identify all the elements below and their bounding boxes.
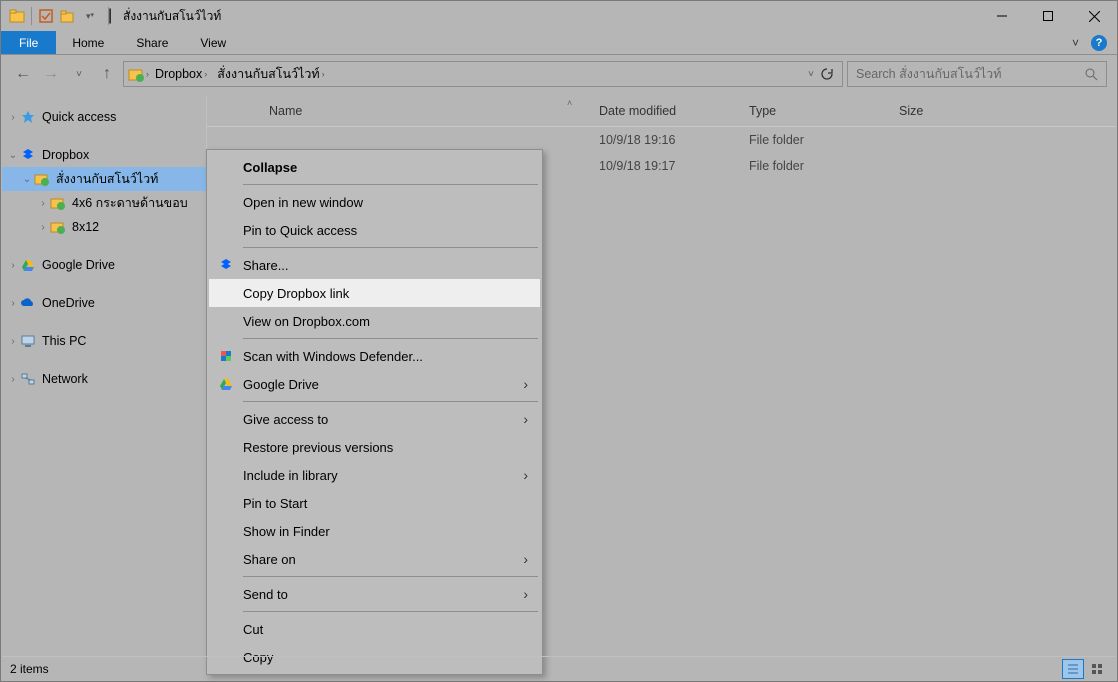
sidebar-item-sub2[interactable]: › 8x12 xyxy=(2,215,206,239)
folder-sync-icon xyxy=(50,219,66,235)
ctx-copy-dropbox-link[interactable]: Copy Dropbox link xyxy=(209,279,540,307)
separator: | xyxy=(108,7,109,25)
status-bar: 2 items xyxy=(2,656,1116,680)
ctx-include-library[interactable]: Include in library › xyxy=(209,461,540,489)
separator xyxy=(243,184,538,185)
forward-button[interactable]: → xyxy=(39,62,63,86)
view-tab[interactable]: View xyxy=(184,31,242,54)
ctx-view-dropbox[interactable]: View on Dropbox.com xyxy=(209,307,540,335)
qat-dropdown-icon[interactable]: ▾▾ xyxy=(82,8,98,24)
ctx-give-access[interactable]: Give access to › xyxy=(209,405,540,433)
column-name[interactable]: Name xyxy=(269,104,599,118)
back-button[interactable]: ← xyxy=(11,62,35,86)
dropbox-icon xyxy=(217,258,235,272)
context-menu: Collapse Open in new window Pin to Quick… xyxy=(206,149,543,675)
ctx-collapse[interactable]: Collapse xyxy=(209,153,540,181)
chevron-right-icon: › xyxy=(523,376,528,392)
ctx-scan-defender[interactable]: Scan with Windows Defender... xyxy=(209,342,540,370)
sidebar-item-google-drive[interactable]: › Google Drive xyxy=(2,253,206,277)
separator xyxy=(243,247,538,248)
address-dropdown-icon[interactable]: ˅ xyxy=(808,69,814,80)
ctx-show-finder[interactable]: Show in Finder xyxy=(209,517,540,545)
refresh-icon[interactable] xyxy=(820,67,834,81)
sidebar-item-quick-access[interactable]: › Quick access xyxy=(2,105,206,129)
help-icon[interactable]: ? xyxy=(1091,35,1107,51)
sidebar-item-onedrive[interactable]: › OneDrive xyxy=(2,291,206,315)
ctx-pin-quick-access[interactable]: Pin to Quick access xyxy=(209,216,540,244)
status-text: 2 items xyxy=(10,662,49,676)
search-icon xyxy=(1084,67,1098,81)
home-tab[interactable]: Home xyxy=(56,31,120,54)
properties-icon[interactable] xyxy=(38,8,54,24)
explorer-window: ▾▾ | สั่งงานกับสโนว์ไวท์ File Home Share… xyxy=(0,0,1118,682)
pc-icon xyxy=(20,333,36,349)
star-icon xyxy=(20,109,36,125)
ctx-pin-start[interactable]: Pin to Start xyxy=(209,489,540,517)
folder-badge-icon xyxy=(128,66,144,82)
sidebar-item-network[interactable]: › Network xyxy=(2,367,206,391)
shield-icon xyxy=(217,349,235,363)
ctx-share-on[interactable]: Share on › xyxy=(209,545,540,573)
google-drive-icon xyxy=(217,377,235,391)
ctx-open-new-window[interactable]: Open in new window xyxy=(209,188,540,216)
sidebar-item-working-folder[interactable]: ⌄ สั่งงานกับสโนว์ไวท์ xyxy=(2,167,206,191)
close-button[interactable] xyxy=(1071,1,1117,31)
window-title: สั่งงานกับสโนว์ไวท์ xyxy=(123,7,221,26)
maximize-button[interactable] xyxy=(1025,1,1071,31)
file-date: 10/9/18 19:17 xyxy=(599,159,749,173)
new-folder-icon[interactable] xyxy=(60,8,76,24)
ctx-share[interactable]: Share... xyxy=(209,251,540,279)
google-drive-icon xyxy=(20,257,36,273)
sort-indicator-icon: ˄ xyxy=(567,98,572,108)
column-headers: ˄ Name Date modified Type Size xyxy=(207,95,1116,127)
sidebar-item-dropbox[interactable]: ⌄ Dropbox xyxy=(2,143,206,167)
file-type: File folder xyxy=(749,133,899,147)
column-size[interactable]: Size xyxy=(899,104,999,118)
separator xyxy=(243,401,538,402)
file-date: 10/9/18 19:16 xyxy=(599,133,749,147)
sidebar-item-this-pc[interactable]: › This PC xyxy=(2,329,206,353)
separator xyxy=(243,611,538,612)
ribbon-tabs: File Home Share View ˅ ? xyxy=(1,31,1117,55)
details-view-button[interactable] xyxy=(1062,659,1084,679)
ctx-cut[interactable]: Cut xyxy=(209,615,540,643)
navigation-bar: ← → ˅ ↑ › Dropbox › สั่งงานกับสโนว์ไวท์ … xyxy=(1,55,1117,93)
dropbox-icon xyxy=(20,147,36,163)
folder-sync-icon xyxy=(34,171,50,187)
column-type[interactable]: Type xyxy=(749,104,899,118)
chevron-right-icon: › xyxy=(523,551,528,567)
chevron-right-icon: › xyxy=(523,586,528,602)
search-input[interactable]: Search สั่งงานกับสโนว์ไวท์ xyxy=(847,61,1107,87)
folder-sync-icon xyxy=(50,195,66,211)
chevron-right-icon[interactable]: › xyxy=(146,69,149,79)
column-date[interactable]: Date modified xyxy=(599,104,749,118)
file-tab[interactable]: File xyxy=(1,31,56,54)
separator xyxy=(31,7,32,25)
chevron-right-icon: › xyxy=(523,467,528,483)
content-area: › Quick access ⌄ Dropbox ⌄ สั่งงานกับสโน… xyxy=(2,95,1116,655)
separator xyxy=(243,576,538,577)
up-button[interactable]: ↑ xyxy=(95,62,119,86)
folder-icon xyxy=(9,8,25,24)
breadcrumb-dropbox[interactable]: Dropbox › xyxy=(151,67,211,81)
breadcrumb-current[interactable]: สั่งงานกับสโนว์ไวท์ › xyxy=(213,64,328,84)
chevron-down-icon[interactable]: ˅ xyxy=(1072,36,1079,50)
chevron-right-icon: › xyxy=(523,411,528,427)
search-placeholder: Search สั่งงานกับสโนว์ไวท์ xyxy=(856,64,1001,84)
ctx-restore-versions[interactable]: Restore previous versions xyxy=(209,433,540,461)
sidebar-item-sub1[interactable]: › 4x6 กระดาษด้านขอบ xyxy=(2,191,206,215)
address-bar[interactable]: › Dropbox › สั่งงานกับสโนว์ไวท์ › ˅ xyxy=(123,61,843,87)
onedrive-icon xyxy=(20,295,36,311)
recent-dropdown-icon[interactable]: ˅ xyxy=(67,62,91,86)
separator xyxy=(243,338,538,339)
titlebar: ▾▾ | สั่งงานกับสโนว์ไวท์ xyxy=(1,1,1117,31)
share-tab[interactable]: Share xyxy=(120,31,184,54)
minimize-button[interactable] xyxy=(979,1,1025,31)
network-icon xyxy=(20,371,36,387)
navigation-pane: › Quick access ⌄ Dropbox ⌄ สั่งงานกับสโน… xyxy=(2,95,207,655)
file-type: File folder xyxy=(749,159,899,173)
thumbnails-view-button[interactable] xyxy=(1086,659,1108,679)
ctx-send-to[interactable]: Send to › xyxy=(209,580,540,608)
ctx-google-drive[interactable]: Google Drive › xyxy=(209,370,540,398)
